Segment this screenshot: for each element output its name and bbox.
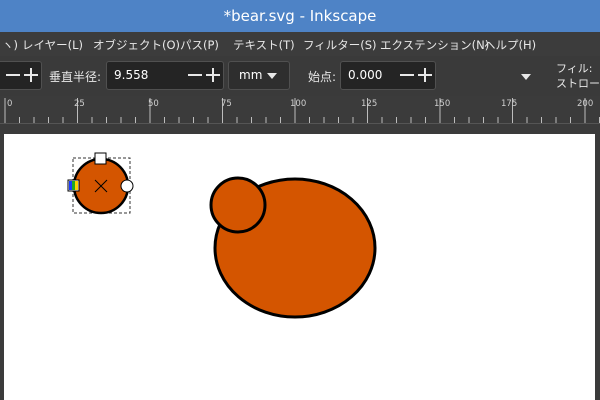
toolbar-overflow-icon[interactable] — [521, 74, 531, 80]
vertical-radius-value: 9.558 — [114, 68, 149, 82]
selected-circle-group[interactable] — [67, 152, 134, 215]
ruler-label-75: 75 — [221, 99, 232, 109]
menu-path[interactable]: パス(P) — [180, 37, 219, 53]
ruler-label-125: 125 — [361, 99, 378, 109]
window-title: *bear.svg - Inkscape — [223, 7, 377, 25]
radius-minus-plus-icon[interactable] — [186, 64, 224, 86]
ruler-label-150: 150 — [434, 99, 451, 109]
menu-text[interactable]: テキスト(T) — [233, 37, 295, 53]
menu-view[interactable]: ヽ) — [2, 37, 18, 53]
unit-dropdown[interactable]: mm — [228, 61, 290, 90]
ruler-label-25: 25 — [74, 99, 85, 109]
ruler-label-175: 175 — [501, 99, 518, 109]
vertical-radius-label: 垂直半径: — [49, 70, 102, 84]
ruler-label-100: 100 — [290, 99, 307, 109]
fill-label: フィル: — [556, 62, 593, 75]
arc-circle-handle[interactable] — [120, 179, 134, 193]
menu-filters[interactable]: フィルター(S) — [303, 37, 377, 53]
canvas-area[interactable] — [0, 124, 600, 400]
unit-value: mm — [239, 68, 263, 82]
horizontal-ruler[interactable]: 0 25 50 75 100 125 150 175 200 — [0, 96, 600, 124]
ruler-label-200: 200 — [577, 99, 594, 109]
title-bar: *bear.svg - Inkscape — [0, 0, 600, 32]
bear-ear-circle[interactable] — [209, 176, 267, 234]
rx-square-handle[interactable] — [67, 179, 80, 192]
rx-minus-plus-icon[interactable] — [4, 64, 42, 86]
menu-layer[interactable]: レイヤー(L) — [22, 37, 83, 53]
start-label: 始点: — [308, 70, 337, 84]
menu-bar: ヽ) レイヤー(L) オブジェクト(O) パス(P) テキスト(T) フィルター… — [0, 32, 600, 56]
inkscape-window: *bear.svg - Inkscape ヽ) レイヤー(L) オブジェクト(O… — [0, 0, 600, 400]
stroke-label: ストローク: — [556, 77, 600, 90]
start-minus-plus-icon[interactable] — [398, 64, 436, 86]
ruler-label-0: 0 — [7, 99, 13, 109]
chevron-down-icon — [267, 73, 277, 79]
drawing[interactable] — [0, 124, 600, 400]
menu-help[interactable]: ヘルプ(H) — [484, 37, 536, 53]
start-value: 0.000 — [348, 68, 383, 82]
tool-controls-bar: 垂直半径: 9.558 mm 始点: 0.000 フィル: ストローク: — [0, 56, 600, 96]
menu-object[interactable]: オブジェクト(O) — [93, 37, 180, 53]
menu-extensions[interactable]: エクステンション(N) — [380, 37, 489, 53]
ry-square-handle[interactable] — [94, 152, 107, 165]
ruler-label-50: 50 — [148, 99, 159, 109]
